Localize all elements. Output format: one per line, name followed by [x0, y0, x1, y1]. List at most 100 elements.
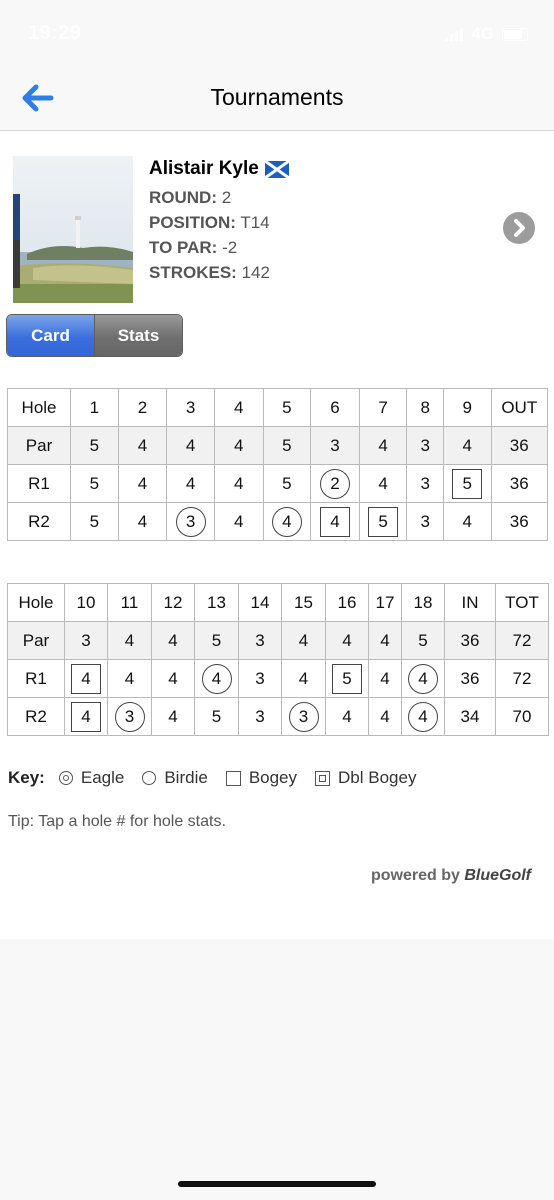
- hole-number-9[interactable]: 9: [442, 388, 492, 427]
- score-value: 4: [298, 668, 309, 688]
- hole-number-1[interactable]: 1: [70, 388, 119, 427]
- score-cell: 2: [310, 464, 360, 503]
- score-value: 4: [185, 435, 196, 455]
- score-value: 3: [420, 435, 430, 455]
- score-cell: 3: [406, 464, 444, 503]
- back-nine-table: Hole 10 11 12 13 14 15 16 17 18 IN TOT Par 3 4 4 5 3 4 4 4 5 3…: [7, 583, 549, 736]
- tab-card[interactable]: Card: [7, 315, 95, 356]
- hole-number-2[interactable]: 2: [117, 388, 168, 427]
- score-value: 4: [380, 630, 390, 650]
- key-bogey: Bogey: [225, 768, 298, 788]
- score-cell: 3: [238, 697, 282, 736]
- score-value: 34: [460, 706, 480, 726]
- key-birdie-label: Birdie: [164, 768, 208, 787]
- hole-number-6[interactable]: 6: [310, 388, 360, 427]
- score-cell: 3: [406, 426, 444, 465]
- score-value: 5: [211, 630, 222, 650]
- status-time: 19:29: [28, 22, 82, 44]
- key-eagle-label: Eagle: [80, 768, 125, 787]
- score-value: 4: [168, 630, 178, 650]
- hole-number-11[interactable]: 11: [107, 583, 152, 622]
- topar-label: TO PAR:: [149, 238, 218, 257]
- hole-label: Hole: [6, 388, 72, 427]
- birdie-score: 4: [408, 701, 438, 732]
- front-nine-table: Hole 1 2 3 4 5 6 7 8 9 OUT Par 5 4 4 4 5 3 4 3 4 36 R1 5 4 4 4 5 2 4 3…: [6, 388, 549, 541]
- hole-number-8[interactable]: 8: [406, 388, 444, 427]
- bluegolf-brand: BlueGolf: [464, 867, 531, 884]
- score-cell: 4: [401, 697, 445, 736]
- score-cell: 4: [107, 659, 152, 698]
- score-value: 4: [342, 706, 352, 726]
- tab-stats[interactable]: Stats: [95, 315, 182, 356]
- position-label: POSITION:: [149, 213, 236, 232]
- table-row: R2 5 4 3 4 4 4 5 3 4 36: [6, 502, 549, 541]
- table-row: Par 3 4 4 5 3 4 4 4 5 36 72: [7, 621, 549, 660]
- score-cell: 3: [406, 502, 444, 541]
- score-cell: 5: [70, 426, 119, 465]
- status-indicators: 4G: [445, 24, 528, 44]
- hole-number-3[interactable]: 3: [166, 388, 215, 427]
- score-value: 3: [330, 435, 340, 455]
- nav-bar: Tournaments: [0, 68, 554, 131]
- hole-number-4[interactable]: 4: [213, 388, 264, 427]
- front-header-row: Hole 1 2 3 4 5 6 7 8 9 OUT: [6, 388, 549, 427]
- hole-number-17[interactable]: 17: [368, 583, 402, 622]
- hole-number-15[interactable]: 15: [281, 583, 326, 622]
- score-cell: 34: [444, 697, 496, 736]
- score-cell: 3: [310, 426, 360, 465]
- player-name-text: Alistair Kyle: [149, 158, 259, 179]
- score-cell: 5: [194, 697, 239, 736]
- score-value: 4: [298, 630, 309, 650]
- hole-number-14[interactable]: 14: [238, 583, 282, 622]
- birdie-score: 3: [114, 701, 145, 732]
- score-cell: 3: [64, 621, 108, 660]
- score-value: 4: [378, 473, 388, 493]
- row-label: R1: [7, 659, 65, 698]
- score-cell: 4: [64, 659, 108, 698]
- score-value: 4: [462, 511, 472, 531]
- row-label: R1: [6, 464, 72, 503]
- score-cell: 5: [358, 502, 408, 541]
- score-cell: 4: [117, 464, 168, 503]
- score-cell: 36: [444, 621, 496, 660]
- hole-number-13[interactable]: 13: [194, 583, 239, 622]
- score-value: 4: [234, 435, 244, 455]
- score-cell: 4: [107, 621, 152, 660]
- score-cell: 4: [368, 621, 402, 660]
- next-player-button[interactable]: [503, 212, 535, 244]
- total-header: OUT: [490, 388, 549, 427]
- key-bogey-label: Bogey: [248, 768, 298, 787]
- birdie-score: 2: [320, 468, 351, 499]
- hole-number-5[interactable]: 5: [262, 388, 312, 427]
- score-cell: 4: [358, 464, 408, 503]
- score-cell: 4: [166, 464, 215, 503]
- score-cell: 4: [281, 659, 326, 698]
- score-cell: 4: [213, 464, 264, 503]
- score-cell: 5: [401, 621, 445, 660]
- score-cell: 3: [107, 697, 152, 736]
- score-cell: 5: [262, 464, 312, 503]
- score-value: 4: [168, 706, 178, 726]
- score-cell: 4: [281, 621, 326, 660]
- score-value: 4: [234, 473, 244, 493]
- powered-prefix: powered by: [370, 867, 460, 884]
- hole-number-7[interactable]: 7: [358, 388, 408, 427]
- hole-number-16[interactable]: 16: [325, 583, 369, 622]
- score-value: 4: [168, 668, 178, 688]
- birdie-score: 4: [408, 663, 438, 694]
- hole-number-12[interactable]: 12: [151, 583, 195, 622]
- score-cell: 36: [490, 464, 549, 503]
- score-value: 4: [380, 706, 390, 726]
- birdie-score: 4: [271, 506, 302, 537]
- battery-icon: [502, 27, 528, 41]
- player-photo[interactable]: [13, 156, 133, 303]
- powered-by[interactable]: powered by BlueGolf: [371, 867, 531, 885]
- score-cell: 4: [64, 697, 108, 736]
- score-cell: 4: [442, 502, 492, 541]
- hole-number-10[interactable]: 10: [64, 583, 108, 622]
- score-value: 5: [211, 706, 222, 726]
- score-cell: 4: [213, 426, 264, 465]
- score-cell: 3: [238, 621, 282, 660]
- hole-label: Hole: [7, 583, 65, 622]
- hole-number-18[interactable]: 18: [401, 583, 445, 622]
